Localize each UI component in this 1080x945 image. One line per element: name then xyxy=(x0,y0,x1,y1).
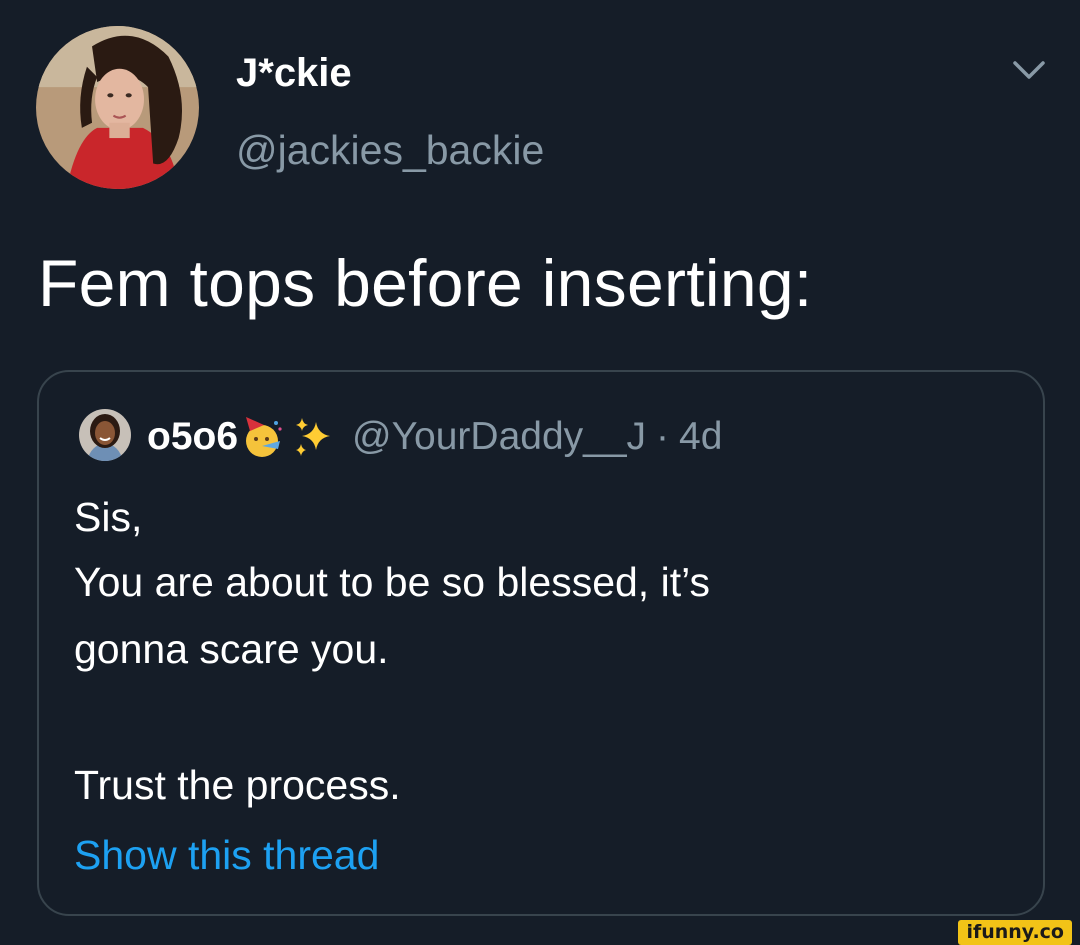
watermark-bar xyxy=(0,924,1080,945)
author-display-name[interactable]: J*ckie xyxy=(236,48,352,98)
separator-dot: · xyxy=(656,415,670,458)
author-handle[interactable]: @jackies_backie xyxy=(236,124,544,176)
quoted-tweet-header: o5o6 @YourDaddy__J · 4d xyxy=(147,412,722,462)
partying-face-icon xyxy=(240,415,284,459)
quoted-author-display-name[interactable]: o5o6 xyxy=(147,415,238,459)
quoted-author-handle[interactable]: @YourDaddy__J xyxy=(352,415,646,459)
quoted-tweet-line: You are about to be so blessed, it’s xyxy=(74,559,710,605)
author-avatar[interactable] xyxy=(36,26,199,189)
show-thread-link[interactable]: Show this thread xyxy=(74,830,379,880)
avatar-photo xyxy=(36,26,199,189)
avatar-photo xyxy=(79,409,131,461)
chevron-down-icon[interactable] xyxy=(1012,58,1046,82)
quoted-tweet-card[interactable]: o5o6 @YourDaddy__J · 4d Sis, You are abo… xyxy=(37,370,1045,916)
quoted-tweet-line: Trust the process. xyxy=(74,762,401,808)
quoted-tweet-time[interactable]: 4d xyxy=(679,415,722,459)
quoted-author-avatar[interactable] xyxy=(79,409,131,461)
tweet-text: Fem tops before inserting: xyxy=(38,246,813,320)
ifunny-watermark: ifunny.co xyxy=(958,920,1072,945)
sparkles-icon xyxy=(292,416,334,458)
quoted-tweet-line: Sis, xyxy=(74,494,143,540)
tweet: J*ckie @jackies_backie Fem tops before i… xyxy=(0,0,1080,945)
quoted-tweet-line: gonna scare you. xyxy=(74,626,389,672)
